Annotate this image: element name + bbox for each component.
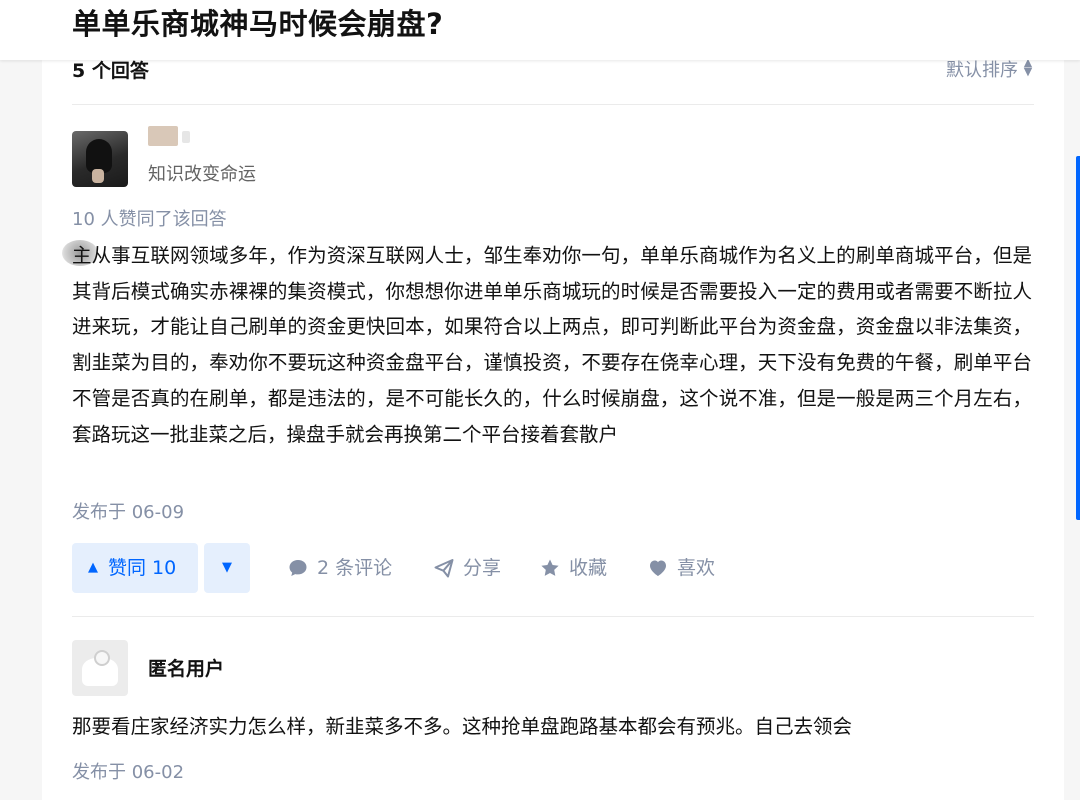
author-name-blurred[interactable] xyxy=(148,126,178,146)
voters-count[interactable]: 10 人赞同了该回答 xyxy=(72,205,227,231)
triangle-up-icon: ▲ xyxy=(88,560,98,575)
vote-up-button[interactable]: ▲ 赞同 10 xyxy=(72,543,198,593)
avatar-photo xyxy=(86,139,112,173)
answer-divider xyxy=(72,616,1034,617)
like-label: 喜欢 xyxy=(677,557,716,579)
avatar-detail xyxy=(92,169,104,183)
author-headline: 知识改变命运 xyxy=(148,164,256,185)
triangle-down-icon: ▼ xyxy=(222,560,232,575)
publish-time[interactable]: 发布于 06-02 xyxy=(72,758,184,784)
answer-list-header: 5 个回答 默认排序 ▲ ▼ xyxy=(72,57,1034,105)
comment-icon xyxy=(289,560,307,576)
collect-label: 收藏 xyxy=(569,557,608,579)
vote-down-button[interactable]: ▼ xyxy=(204,543,250,593)
answer-content: 主从事互联网领域多年，作为资深互联网人士，邹生奉劝你一句，单单乐商城作为名义上的… xyxy=(72,244,1032,446)
answer-count: 5 个回答 xyxy=(72,60,149,82)
anonymous-mask-detail xyxy=(94,650,110,666)
heart-icon xyxy=(650,560,666,576)
publish-time[interactable]: 发布于 06-09 xyxy=(72,498,184,524)
answer-content: 那要看庄家经济实力怎么样，新韭菜多不多。这种抢单盘跑路基本都会有预兆。自己去领会 xyxy=(72,715,853,738)
anonymous-avatar xyxy=(72,640,128,696)
question-header: 单单乐商城神马时候会崩盘? xyxy=(0,0,1080,60)
author-name: 匿名用户 xyxy=(148,658,225,680)
vote-up-label: 赞同 10 xyxy=(108,557,177,579)
sort-updown-icon[interactable]: ▲ ▼ xyxy=(1022,57,1034,78)
star-icon xyxy=(541,559,559,576)
question-title: 单单乐商城神马时候会崩盘? xyxy=(72,7,444,41)
share-label: 分享 xyxy=(463,557,502,579)
comment-label: 2 条评论 xyxy=(317,557,393,579)
author-badge-blurred xyxy=(182,131,190,143)
avatar[interactable] xyxy=(72,131,128,187)
share-icon xyxy=(434,559,454,578)
answer-actions: ▲ 赞同 10 ▼ 2 条评论 分享 收藏 喜欢 xyxy=(72,543,1032,593)
answer-list: 5 个回答 默认排序 ▲ ▼ 知识改变命运 10 人赞同了该回答 主从事互联网领域… xyxy=(42,57,1064,800)
side-accent-bar xyxy=(1076,156,1080,520)
